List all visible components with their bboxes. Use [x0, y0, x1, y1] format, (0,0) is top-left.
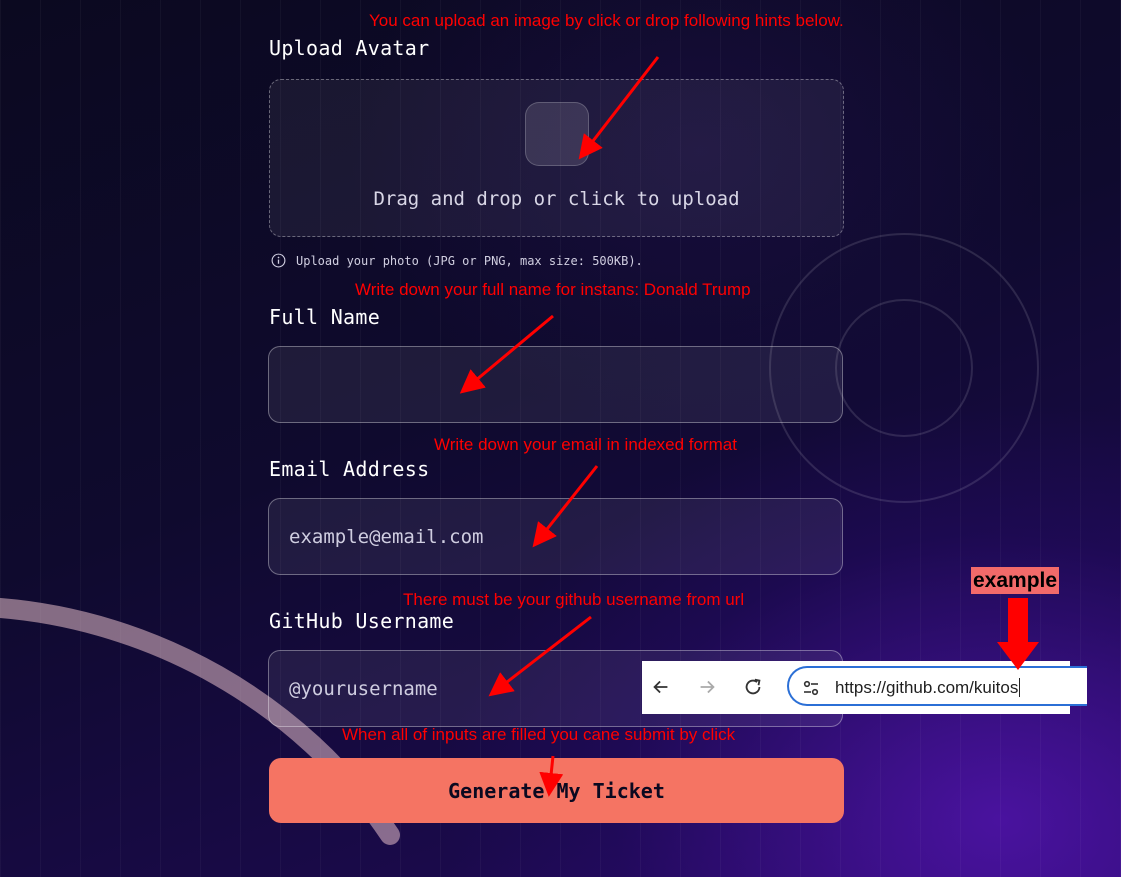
annotation-full-name: Write down your full name for instans: D… [355, 280, 751, 299]
example-badge: example [971, 567, 1060, 594]
upload-icon[interactable] [525, 102, 589, 166]
site-settings-icon [803, 680, 819, 696]
dropzone-text: Drag and drop or click to upload [373, 188, 740, 210]
generate-ticket-button[interactable]: Generate My Ticket [269, 758, 844, 823]
full-name-field-wrapper [268, 346, 843, 423]
email-field-wrapper [268, 498, 843, 575]
example-arrow-shaft [1008, 598, 1028, 644]
url-text: https://github.com/kuitos [835, 678, 1021, 697]
annotation-email: Write down your email in indexed format [434, 435, 737, 454]
email-label: Email Address [269, 457, 430, 481]
github-label: GitHub Username [269, 609, 455, 633]
avatar-dropzone[interactable]: Drag and drop or click to upload [269, 79, 844, 237]
decorative-circle-inner [835, 299, 973, 437]
annotation-github: There must be your github username from … [403, 590, 745, 609]
avatar-hint: Upload your photo (JPG or PNG, max size:… [271, 253, 643, 268]
annotation-avatar: You can upload an image by click or drop… [369, 11, 844, 30]
reload-icon [745, 678, 761, 695]
avatar-label: Upload Avatar [269, 36, 430, 60]
full-name-input[interactable] [269, 347, 842, 422]
back-icon [653, 680, 668, 694]
info-icon [271, 253, 286, 268]
annotation-submit: When all of inputs are filled you cane s… [342, 725, 736, 744]
forward-icon [700, 680, 715, 694]
url-bar: https://github.com/kuitos [787, 666, 1087, 706]
avatar-hint-text: Upload your photo (JPG or PNG, max size:… [296, 253, 643, 268]
email-input[interactable] [269, 499, 842, 574]
example-browser-bar: https://github.com/kuitos [642, 661, 1087, 714]
full-name-label: Full Name [269, 305, 381, 329]
